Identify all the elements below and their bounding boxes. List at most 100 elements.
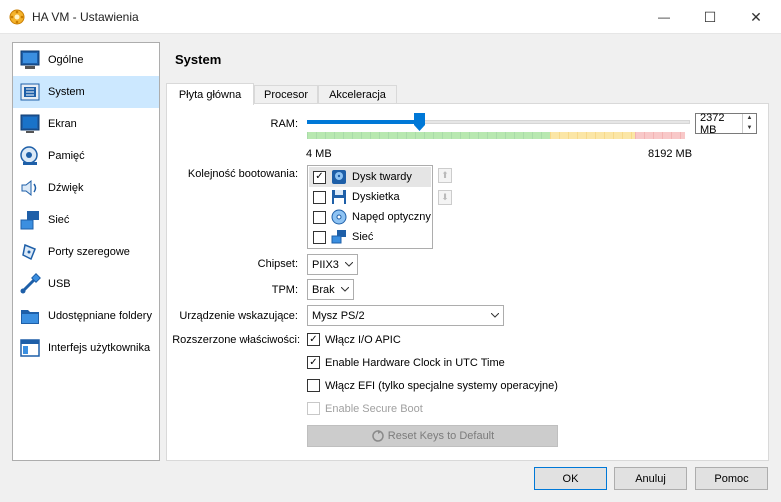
pointing-device-label: Urządzenie wskazujące: <box>179 310 298 322</box>
page-title: System <box>175 52 222 67</box>
close-icon: ✕ <box>750 8 762 25</box>
ram-scale-orange <box>550 132 635 139</box>
boot-order-list: ✓ Dysk twardy Dyskietka Napęd optyczny S… <box>307 165 433 249</box>
efi-option[interactable]: Włącz EFI (tylko specjalne systemy opera… <box>307 379 558 392</box>
ram-slider-thumb[interactable] <box>414 113 425 131</box>
window-ui-icon <box>18 336 42 360</box>
ram-spinbox[interactable]: 2372 MB ▲ ▼ <box>695 111 757 136</box>
sidebar-item-audio[interactable]: Dźwięk <box>13 172 159 204</box>
boot-item-label: Dyskietka <box>352 191 400 203</box>
boot-item-network[interactable]: Sieć <box>309 227 431 247</box>
settings-sidebar: Ogólne System Ekran Pamięć Dźwięk Sieć P… <box>12 42 160 461</box>
boot-item-floppy[interactable]: Dyskietka <box>309 187 431 207</box>
minimize-icon: — <box>658 10 670 24</box>
boot-item-label: Napęd optyczny <box>352 211 431 223</box>
folder-icon <box>18 304 42 328</box>
chipset-label: Chipset: <box>257 258 298 270</box>
reset-keys-button: Reset Keys to Default <box>307 425 558 447</box>
chevron-down-icon <box>341 255 357 274</box>
ram-scale-red <box>635 132 685 139</box>
sidebar-item-label: Sieć <box>48 214 70 226</box>
io-apic-option[interactable]: ✓ Włącz I/O APIC <box>307 333 401 346</box>
chipset-select[interactable]: PIIX3 <box>307 254 358 275</box>
minimize-button[interactable]: — <box>641 0 687 34</box>
ok-label: OK <box>562 472 579 485</box>
sidebar-item-label: Udostępniane foldery <box>48 310 152 322</box>
ram-value: 2372 MB <box>700 111 725 136</box>
arrow-down-icon: ⬇ <box>441 192 449 202</box>
maximize-icon: ☐ <box>703 8 717 25</box>
sidebar-item-system[interactable]: System <box>13 76 159 108</box>
sidebar-item-display[interactable]: Ekran <box>13 108 159 140</box>
sidebar-item-label: Dźwięk <box>48 182 84 194</box>
chevron-down-icon <box>337 280 353 299</box>
tab-processor[interactable]: Procesor <box>254 85 318 104</box>
tpm-select[interactable]: Brak <box>307 279 354 300</box>
sidebar-item-serial-ports[interactable]: Porty szeregowe <box>13 236 159 268</box>
tab-label: Procesor <box>263 89 309 101</box>
sidebar-item-general[interactable]: Ogólne <box>13 44 159 76</box>
ram-slider-fill <box>307 120 420 124</box>
refresh-icon <box>372 430 384 442</box>
sidebar-item-label: Pamięć <box>48 150 85 162</box>
ok-button[interactable]: OK <box>534 467 607 490</box>
sidebar-item-label: System <box>48 86 85 98</box>
cancel-button[interactable]: Anuluj <box>614 467 687 490</box>
speaker-icon <box>18 176 42 200</box>
chip-icon <box>18 80 42 104</box>
move-up-button[interactable]: ⬆ <box>438 168 452 183</box>
sidebar-item-shared-folders[interactable]: Udostępniane foldery <box>13 300 159 332</box>
tab-label: Płyta główna <box>178 88 242 101</box>
floppy-icon <box>332 190 346 204</box>
move-down-button[interactable]: ⬇ <box>438 190 452 205</box>
tab-acceleration[interactable]: Akceleracja <box>318 85 397 104</box>
efi-checkbox[interactable] <box>307 379 320 392</box>
spin-up-icon[interactable]: ▲ <box>743 114 756 124</box>
sidebar-item-label: Ogólne <box>48 54 84 66</box>
reset-keys-label: Reset Keys to Default <box>387 430 495 442</box>
secure-boot-checkbox <box>307 402 320 415</box>
close-button[interactable]: ✕ <box>733 0 779 34</box>
boot-checkbox[interactable] <box>313 210 326 224</box>
boot-item-optical[interactable]: Napęd optyczny <box>309 207 431 227</box>
optical-drive-icon <box>331 209 347 225</box>
tpm-value: Brak <box>312 283 335 296</box>
chipset-value: PIIX3 <box>312 258 339 271</box>
help-button[interactable]: Pomoc <box>695 467 768 490</box>
pointing-device-select[interactable]: Mysz PS/2 <box>307 305 504 326</box>
tpm-label: TPM: <box>271 284 298 296</box>
tab-motherboard[interactable]: Płyta główna <box>166 83 254 105</box>
utc-clock-checkbox[interactable]: ✓ <box>307 356 320 369</box>
window-title: HA VM - Ustawienia <box>32 10 139 24</box>
ram-max-label: 8192 MB <box>648 148 693 160</box>
serial-port-icon <box>18 240 42 264</box>
sidebar-item-label: USB <box>48 278 71 290</box>
boot-checkbox[interactable]: ✓ <box>313 170 326 184</box>
efi-label: Włącz EFI (tylko specjalne systemy opera… <box>325 379 558 392</box>
boot-order-label: Kolejność bootowania: <box>187 168 298 180</box>
io-apic-label: Włącz I/O APIC <box>325 333 401 346</box>
sidebar-item-usb[interactable]: USB <box>13 268 159 300</box>
ram-label: RAM: <box>270 118 299 130</box>
sidebar-item-user-interface[interactable]: Interfejs użytkownika <box>13 332 159 364</box>
sidebar-item-label: Porty szeregowe <box>48 246 130 258</box>
boot-checkbox[interactable] <box>313 230 326 244</box>
cancel-label: Anuluj <box>635 472 666 485</box>
maximize-button[interactable]: ☐ <box>687 0 733 34</box>
sidebar-item-network[interactable]: Sieć <box>13 204 159 236</box>
network-icon <box>18 208 42 232</box>
utc-clock-option[interactable]: ✓ Enable Hardware Clock in UTC Time <box>307 356 505 369</box>
usb-icon <box>18 272 42 296</box>
secure-boot-option: Enable Secure Boot <box>307 402 423 415</box>
sidebar-item-label: Interfejs użytkownika <box>48 342 151 354</box>
monitor-icon <box>18 48 42 72</box>
boot-checkbox[interactable] <box>313 190 326 204</box>
ram-scale-green <box>307 132 550 139</box>
hard-disk-icon <box>332 170 346 184</box>
spin-down-icon[interactable]: ▼ <box>743 124 756 134</box>
boot-item-label: Sieć <box>352 231 374 243</box>
io-apic-checkbox[interactable]: ✓ <box>307 333 320 346</box>
boot-item-hard-disk[interactable]: ✓ Dysk twardy <box>309 167 431 187</box>
sidebar-item-storage[interactable]: Pamięć <box>13 140 159 172</box>
sidebar-item-label: Ekran <box>48 118 77 130</box>
